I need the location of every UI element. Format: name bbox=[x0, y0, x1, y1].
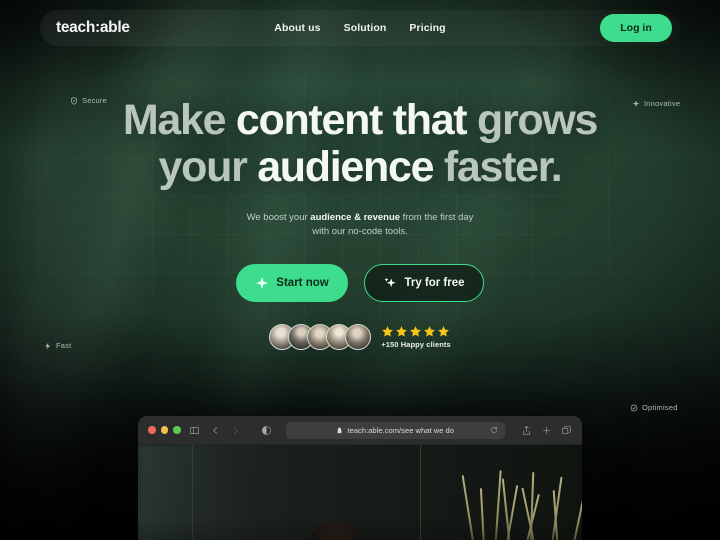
headline-word-grows: grows bbox=[476, 96, 598, 144]
subtitle-part-2: from the first day bbox=[400, 211, 474, 223]
nav-link-about-us[interactable]: About us bbox=[274, 22, 320, 34]
sparkle-icon bbox=[255, 276, 269, 290]
photo-panel-edge bbox=[192, 445, 193, 540]
subtitle-part-3: with our no-code tools. bbox=[312, 226, 408, 238]
badge-secure-label: Secure bbox=[82, 96, 107, 105]
landing-page: teach:able About us Solution Pricing Log… bbox=[0, 0, 720, 540]
photo-plant bbox=[462, 449, 582, 540]
badge-innovative-label: Innovative bbox=[644, 99, 681, 108]
star-icon bbox=[423, 325, 436, 338]
social-proof: +150 Happy clients bbox=[0, 323, 720, 350]
avatar-group bbox=[269, 323, 372, 350]
subtitle-part-1: We boost your bbox=[246, 211, 311, 223]
lock-icon bbox=[336, 427, 343, 434]
rating-block: +150 Happy clients bbox=[381, 325, 451, 349]
start-now-button[interactable]: Start now bbox=[236, 263, 348, 302]
star-rating bbox=[381, 325, 451, 338]
badge-innovative: Innovative bbox=[632, 99, 680, 108]
new-tab-icon[interactable] bbox=[541, 425, 552, 436]
top-navigation-bar: teach:able About us Solution Pricing Log… bbox=[40, 10, 680, 46]
badge-fast-label: Fast bbox=[56, 341, 72, 350]
headline-word-faster: faster. bbox=[443, 143, 563, 192]
check-circle-icon bbox=[630, 404, 638, 412]
star-icon bbox=[395, 325, 408, 338]
sidebar-icon[interactable] bbox=[189, 425, 200, 436]
subtitle-emphasis: audience & revenue bbox=[310, 211, 401, 223]
nav-links: About us Solution Pricing bbox=[274, 22, 445, 34]
shield-icon bbox=[70, 96, 78, 105]
browser-nav-arrows bbox=[210, 425, 241, 436]
lightning-icon bbox=[44, 342, 52, 350]
hero-section: Make content that grows your audience fa… bbox=[0, 99, 720, 350]
back-arrow-icon[interactable] bbox=[210, 425, 221, 436]
star-icon bbox=[381, 325, 394, 338]
headline-line-1: Make content that grows bbox=[122, 96, 599, 144]
page-title: Make content that grows your audience fa… bbox=[0, 99, 720, 189]
tab-overview-icon[interactable] bbox=[561, 425, 572, 436]
address-bar[interactable]: teach:able.com/see what we do bbox=[285, 421, 505, 439]
login-button[interactable]: Log in bbox=[600, 14, 672, 42]
close-window-button[interactable] bbox=[148, 426, 156, 434]
star-icon bbox=[437, 325, 450, 338]
browser-toolbar-right bbox=[521, 425, 572, 436]
cta-button-row: Start now Try for free bbox=[0, 263, 720, 302]
address-bar-url: teach:able.com/see what we do bbox=[347, 425, 454, 435]
headline-word-your: your bbox=[158, 143, 258, 192]
badge-optimised: Optimised bbox=[630, 403, 678, 412]
avatar bbox=[345, 323, 372, 350]
maximize-window-button[interactable] bbox=[173, 426, 181, 434]
nav-link-solution[interactable]: Solution bbox=[344, 22, 387, 34]
badge-fast: Fast bbox=[44, 341, 71, 350]
hero-subtitle: We boost your audience & revenue from th… bbox=[0, 211, 720, 240]
browser-mockup: teach:able.com/see what we do bbox=[138, 416, 582, 540]
forward-arrow-icon[interactable] bbox=[230, 425, 241, 436]
try-for-free-button[interactable]: Try for free bbox=[364, 263, 484, 302]
headline-line-2: your audience faster. bbox=[0, 146, 720, 189]
badge-optimised-label: Optimised bbox=[642, 403, 678, 412]
headline-words-content-that: content that bbox=[235, 96, 477, 144]
photo-light-sheen bbox=[138, 445, 208, 540]
try-for-free-label: Try for free bbox=[404, 276, 465, 289]
brand-logo[interactable]: teach:able bbox=[56, 19, 130, 37]
star-icon bbox=[409, 325, 422, 338]
browser-toolbar: teach:able.com/see what we do bbox=[138, 416, 582, 445]
reader-mode-icon[interactable] bbox=[261, 425, 272, 436]
minimize-window-button[interactable] bbox=[160, 426, 168, 434]
start-now-label: Start now bbox=[276, 276, 329, 289]
photo-panel-edge bbox=[420, 445, 421, 540]
headline-word-audience: audience bbox=[257, 143, 444, 192]
happy-clients-label: +150 Happy clients bbox=[381, 339, 451, 349]
sparkle-icon bbox=[632, 99, 640, 108]
share-icon[interactable] bbox=[521, 425, 532, 436]
double-sparkle-icon bbox=[383, 276, 397, 290]
nav-link-pricing[interactable]: Pricing bbox=[409, 22, 445, 34]
browser-viewport bbox=[138, 445, 582, 540]
headline-word-make: Make bbox=[122, 96, 236, 144]
badge-secure: Secure bbox=[70, 96, 107, 105]
traffic-lights bbox=[148, 426, 181, 434]
reload-icon[interactable] bbox=[490, 421, 498, 439]
